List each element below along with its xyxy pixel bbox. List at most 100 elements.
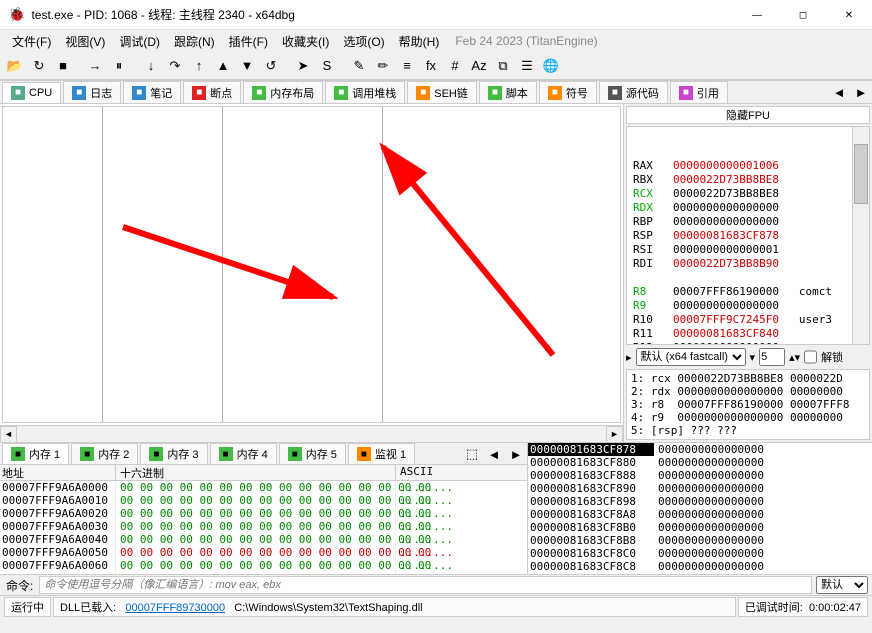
- stack-row[interactable]: 00000081683CF8B00000000000000000: [528, 521, 872, 534]
- reg-value[interactable]: 0000022D73BB8BE8: [673, 187, 779, 200]
- dump-tab[interactable]: ■内存 3: [140, 443, 207, 464]
- tab-bp[interactable]: ■断点: [183, 81, 241, 104]
- tab-sym[interactable]: ■符号: [539, 81, 597, 104]
- registers-view[interactable]: RAX0000000000001006RBX0000022D73BB8BE8RC…: [626, 126, 870, 345]
- maximize-button[interactable]: ◻: [780, 0, 826, 30]
- stop-button[interactable]: ■: [52, 55, 74, 77]
- reg-value[interactable]: 0000000000001006: [673, 159, 779, 172]
- dump-col-addr[interactable]: 地址: [0, 465, 116, 480]
- step-over-button[interactable]: ↷: [164, 55, 186, 77]
- dump-row[interactable]: 00007FFF9A6A001000 00 00 00 00 00 00 00 …: [0, 494, 527, 507]
- tab-ref[interactable]: ■引用: [670, 81, 728, 104]
- menu-item[interactable]: 跟踪(N): [168, 31, 221, 52]
- dump-col-ascii[interactable]: ASCII: [396, 465, 433, 480]
- menu-item[interactable]: 调试(D): [113, 31, 166, 52]
- dump-tab[interactable]: ■内存 2: [71, 443, 138, 464]
- tab-seh[interactable]: ■SEH链: [407, 81, 477, 104]
- dump-tab[interactable]: ■内存 1: [2, 443, 69, 464]
- reg-value[interactable]: 0000000000000000: [673, 341, 779, 345]
- tab-log[interactable]: ■日志: [63, 81, 121, 104]
- unlock-checkbox[interactable]: [804, 348, 817, 366]
- menu-item[interactable]: 插件(F): [223, 31, 274, 52]
- run-to-button[interactable]: ➤: [292, 55, 314, 77]
- regs-vscroll[interactable]: [852, 127, 869, 344]
- stack-row[interactable]: 00000081683CF8800000000000000000: [528, 456, 872, 469]
- reg-value[interactable]: 0000022D73BB8BE8: [673, 173, 779, 186]
- dump-view[interactable]: 00007FFF9A6A000000 00 00 00 00 00 00 00 …: [0, 481, 527, 574]
- up-button[interactable]: ▲: [212, 55, 234, 77]
- dump-col-hex[interactable]: 十六进制: [116, 465, 396, 480]
- down-button[interactable]: ▼: [236, 55, 258, 77]
- redo-button[interactable]: ↺: [260, 55, 282, 77]
- dump-tab[interactable]: ■内存 4: [210, 443, 277, 464]
- reg-value[interactable]: 00000081683CF878: [673, 229, 779, 242]
- script-button[interactable]: S: [316, 55, 338, 77]
- refresh-button[interactable]: ↻: [28, 55, 50, 77]
- tab-mem[interactable]: ■内存布局: [243, 81, 323, 104]
- tab-stack[interactable]: ■调用堆栈: [325, 81, 405, 104]
- stack-row[interactable]: 00000081683CF8980000000000000000: [528, 495, 872, 508]
- Az-button[interactable]: Az: [468, 55, 490, 77]
- disassembly-view[interactable]: [2, 106, 621, 423]
- hex-button[interactable]: ≡: [396, 55, 418, 77]
- arrow-right-button[interactable]: →: [84, 55, 106, 77]
- hash-button[interactable]: #: [444, 55, 466, 77]
- fx-button[interactable]: fx: [420, 55, 442, 77]
- dump-row[interactable]: 00007FFF9A6A004000 00 00 00 00 00 00 00 …: [0, 533, 527, 546]
- disasm-hscroll[interactable]: ◄►: [0, 425, 623, 442]
- minimize-button[interactable]: —: [734, 0, 780, 30]
- globe-button[interactable]: 🌐: [540, 55, 562, 77]
- callconv-select[interactable]: 默认 (x64 fastcall): [636, 348, 746, 366]
- reg-value[interactable]: 0000022D73BB8B90: [673, 257, 779, 270]
- reg-value[interactable]: 0000000000000000: [673, 299, 779, 312]
- command-mode-select[interactable]: 默认: [816, 576, 868, 594]
- menu-item[interactable]: 文件(F): [6, 31, 57, 52]
- reg-value[interactable]: 0000000000000001: [673, 243, 779, 256]
- reg-value[interactable]: 00000081683CF840: [673, 327, 779, 340]
- dump-row[interactable]: 00007FFF9A6A000000 00 00 00 00 00 00 00 …: [0, 481, 527, 494]
- reg-value[interactable]: 0000000000000000: [673, 201, 779, 214]
- hide-fpu-button[interactable]: 隐藏FPU: [626, 106, 870, 124]
- menu-item[interactable]: 帮助(H): [393, 31, 446, 52]
- dump-bin-icon[interactable]: ⬚: [461, 443, 483, 465]
- stack-row[interactable]: 00000081683CF8B80000000000000000: [528, 534, 872, 547]
- dump-row[interactable]: 00007FFF9A6A005000 00 00 00 00 00 00 00 …: [0, 546, 527, 559]
- spinner-icon[interactable]: ▴▾: [789, 351, 800, 364]
- dump-tab[interactable]: ■监视 1: [348, 443, 415, 464]
- reg-value[interactable]: 00007FFF9C7245F0: [673, 313, 779, 326]
- menu-item[interactable]: 视图(V): [59, 31, 111, 52]
- dump-row[interactable]: 00007FFF9A6A003000 00 00 00 00 00 00 00 …: [0, 520, 527, 533]
- paint-button[interactable]: ✏: [372, 55, 394, 77]
- dump-row[interactable]: 00007FFF9A6A006000 00 00 00 00 00 00 00 …: [0, 559, 527, 572]
- argcount-input[interactable]: [759, 348, 785, 366]
- folder-button[interactable]: 📂: [4, 55, 26, 77]
- stack-view[interactable]: 00000081683CF878000000000000000000000081…: [528, 443, 872, 574]
- stack-row[interactable]: 00000081683CF8A80000000000000000: [528, 508, 872, 521]
- step-into-button[interactable]: ↓: [140, 55, 162, 77]
- close-button[interactable]: ✕: [826, 0, 872, 30]
- tab-cpu[interactable]: ■CPU: [2, 82, 61, 103]
- tab-note[interactable]: ■笔记: [123, 81, 181, 104]
- status-dll-addr[interactable]: 00007FFF89730000: [125, 602, 225, 614]
- dump-row[interactable]: 00007FFF9A6A007000 00 00 00 00 00 00 00 …: [0, 572, 527, 574]
- dump-row[interactable]: 00007FFF9A6A002000 00 00 00 00 00 00 00 …: [0, 507, 527, 520]
- list-button[interactable]: ☰: [516, 55, 538, 77]
- tab-script[interactable]: ■脚本: [479, 81, 537, 104]
- dump-tab[interactable]: ■内存 5: [279, 443, 346, 464]
- tab-src[interactable]: ■源代码: [599, 81, 668, 104]
- stack-row[interactable]: 00000081683CF8900000000000000000: [528, 482, 872, 495]
- reg-value[interactable]: 00007FFF86190000: [673, 285, 779, 298]
- menu-item[interactable]: 选项(O): [337, 31, 390, 52]
- patch-button[interactable]: ✎: [348, 55, 370, 77]
- args-view[interactable]: 1: rcx 0000022D73BB8BE8 0000022D2: rdx 0…: [626, 369, 870, 440]
- tabs-prev-button[interactable]: ◄: [828, 81, 850, 103]
- copy-button[interactable]: ⧉: [492, 55, 514, 77]
- tabs-next-button[interactable]: ►: [850, 81, 872, 103]
- reg-value[interactable]: 0000000000000000: [673, 215, 779, 228]
- stack-row[interactable]: 00000081683CF8780000000000000000: [528, 443, 872, 456]
- stack-row[interactable]: 00000081683CF8880000000000000000: [528, 469, 872, 482]
- pause-button[interactable]: ⏸: [108, 55, 130, 77]
- step-out-button[interactable]: ↑: [188, 55, 210, 77]
- command-input[interactable]: [39, 576, 812, 594]
- menu-item[interactable]: 收藏夹(I): [276, 31, 335, 52]
